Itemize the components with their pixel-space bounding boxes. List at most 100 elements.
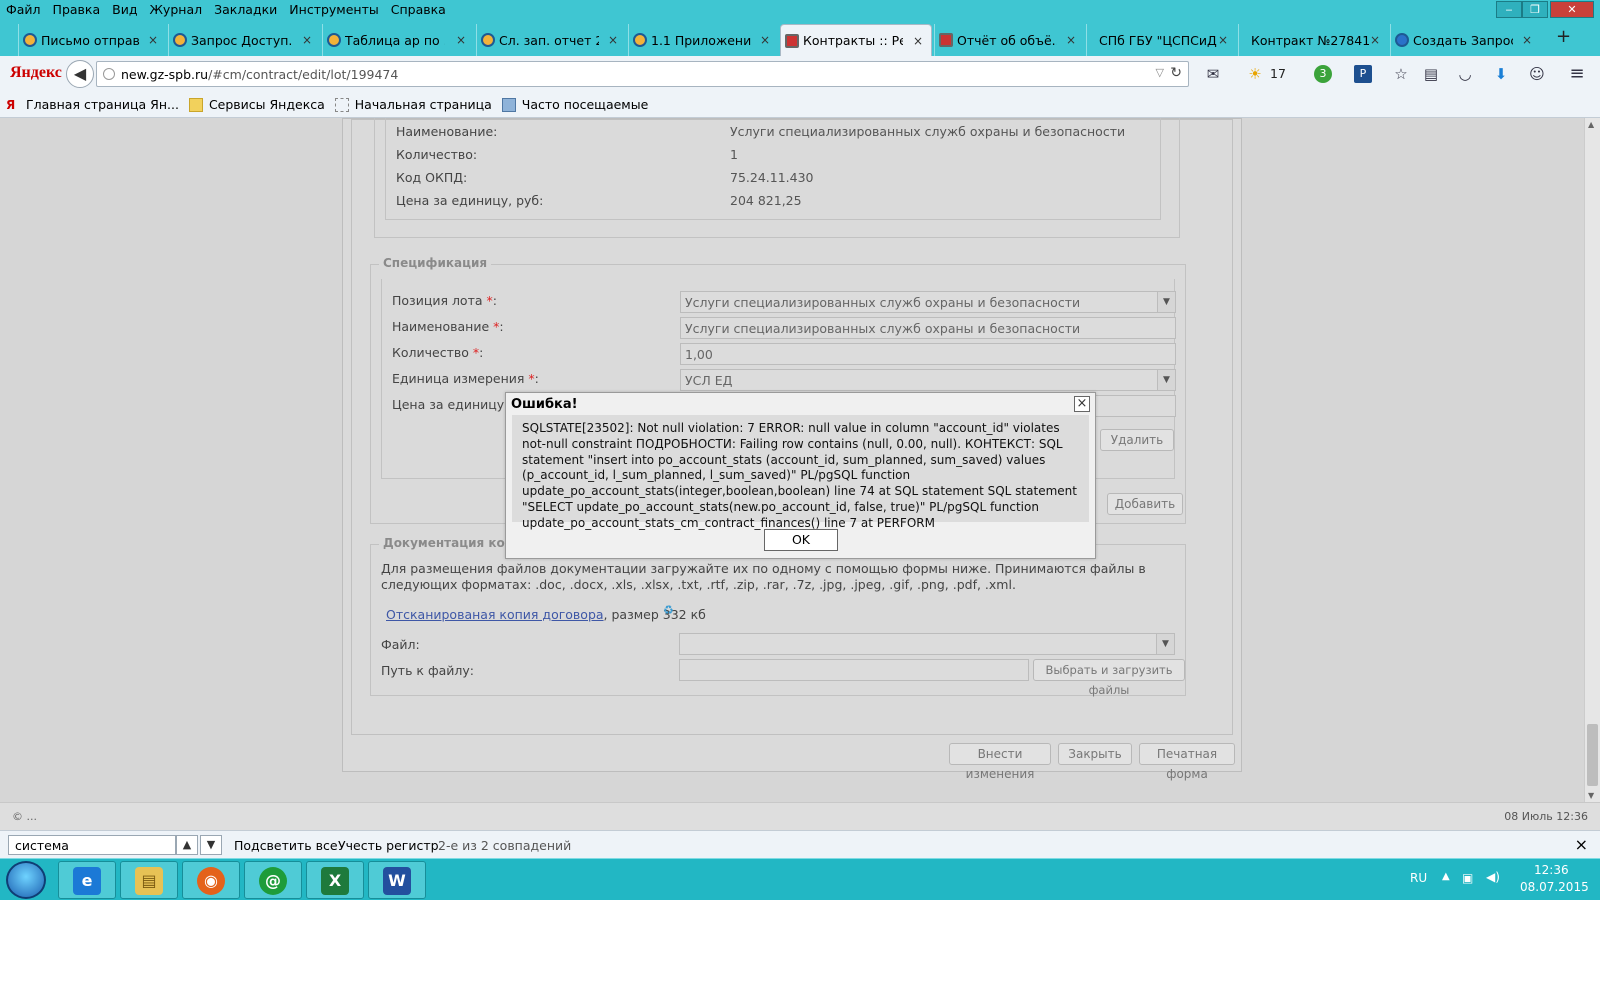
lot-position-select[interactable]: Услуги специализированных служб охраны и… (680, 291, 1176, 313)
tab-9[interactable]: Создать Запрос... × (1390, 24, 1540, 56)
tab-close-icon[interactable]: × (456, 33, 466, 47)
add-button[interactable]: Добавить (1107, 493, 1183, 515)
clock-time[interactable]: 12:36 (1534, 863, 1569, 877)
find-next-icon[interactable]: ▼ (200, 835, 222, 855)
taskbar-word[interactable]: W (368, 861, 426, 899)
chat-icon[interactable]: ☺ (1528, 65, 1546, 83)
taskbar-excel[interactable]: X (306, 861, 364, 899)
taskbar-ie[interactable]: e (58, 861, 116, 899)
file-path-input[interactable] (679, 659, 1029, 681)
tab-close-icon[interactable]: × (148, 33, 158, 47)
bookmark-most-visited[interactable]: Часто посещаемые (501, 97, 648, 112)
weather-icon[interactable]: ☀ (1246, 65, 1264, 83)
p-extension-icon[interactable]: P (1354, 65, 1372, 83)
vertical-scrollbar[interactable]: ▲ ▼ (1584, 118, 1600, 802)
hamburger-menu-icon[interactable]: ≡ (1568, 65, 1586, 83)
upload-files-button[interactable]: Выбрать и загрузить файлы (1033, 659, 1185, 697)
tab-close-icon[interactable]: × (1218, 33, 1228, 47)
match-case-toggle[interactable]: Учесть регистр (338, 838, 439, 853)
scroll-down-icon[interactable]: ▼ (1588, 791, 1594, 800)
back-button[interactable]: ◀ (66, 60, 94, 88)
clipboard-icon[interactable]: ▤ (1422, 65, 1440, 83)
tab-8[interactable]: Контракт №2784137... × (1238, 24, 1388, 56)
dialog-close-icon[interactable]: × (1074, 396, 1090, 412)
spec-name-input[interactable]: Услуги специализированных служб охраны и… (680, 317, 1176, 339)
spec-qty-input[interactable]: 1,00 (680, 343, 1176, 365)
chevron-down-icon[interactable]: ▼ (1157, 292, 1175, 312)
tray-expand-icon[interactable]: ▲ (1442, 871, 1450, 882)
minimize-button[interactable]: ‒ (1496, 1, 1522, 18)
counter-badge[interactable]: 3 (1314, 65, 1332, 83)
mail-notify-icon[interactable]: ✉ (1204, 65, 1222, 83)
bookmarks-bar: Я Главная страница Ян... Сервисы Яндекса … (0, 92, 1600, 118)
tab-close-icon[interactable]: × (1370, 33, 1380, 47)
ok-button[interactable]: OK (764, 529, 838, 551)
clock-date[interactable]: 08.07.2015 (1520, 880, 1589, 894)
okpd-label: Код ОКПД: (396, 170, 468, 185)
tab-7[interactable]: СПб ГБУ "ЦСПСиД ... × (1086, 24, 1236, 56)
star-icon[interactable]: ☆ (1392, 65, 1410, 83)
taskbar-firefox[interactable]: ◉ (182, 861, 240, 899)
reload-icon[interactable]: ↻ (1170, 65, 1182, 81)
menu-history[interactable]: Журнал (143, 0, 208, 20)
save-changes-button[interactable]: Внести изменения (949, 743, 1051, 781)
delete-file-icon[interactable]: ♻ (663, 603, 677, 617)
network-icon[interactable]: ▣ (1462, 871, 1473, 885)
bookmark-yandex-services[interactable]: Сервисы Яндекса (188, 97, 325, 112)
new-tab-button[interactable]: + (1556, 26, 1571, 47)
file-select[interactable]: ▼ (679, 633, 1175, 655)
menu-edit[interactable]: Правка (47, 0, 107, 20)
tab-close-icon[interactable]: × (302, 33, 312, 47)
highlight-all-toggle[interactable]: Подсветить все (234, 838, 338, 853)
delete-button[interactable]: Удалить (1100, 429, 1174, 451)
taskbar-mail-agent[interactable]: @ (244, 861, 302, 899)
tab-5-active[interactable]: Контракты :: Ре... × (780, 24, 932, 56)
scanned-copy-link[interactable]: Отсканированая копия договора (386, 607, 604, 622)
print-form-button[interactable]: Печатная форма (1139, 743, 1235, 781)
download-icon[interactable]: ⬇ (1492, 65, 1510, 83)
mail-icon (173, 33, 187, 47)
find-previous-icon[interactable]: ▲ (176, 835, 198, 855)
tab-close-icon[interactable]: × (1066, 33, 1076, 47)
menu-view[interactable]: Вид (106, 0, 143, 20)
dropdown-arrow-icon[interactable]: ▽ (1156, 66, 1164, 79)
bookmark-start-page[interactable]: Начальная страница (334, 97, 492, 112)
chevron-down-icon[interactable]: ▼ (1157, 370, 1175, 390)
nav-toolbar: Яндекс ◀ new.gz-spb.ru/#cm/contract/edit… (0, 56, 1600, 92)
tab-label: 1.1 Приложени... (651, 32, 751, 48)
tab-2[interactable]: Таблица ар по ... × (322, 24, 474, 56)
tab-6[interactable]: Отчёт об объё... × (934, 24, 1084, 56)
tab-close-icon[interactable]: × (1522, 33, 1532, 47)
scrollbar-thumb[interactable] (1587, 724, 1598, 786)
lot-info-box: Наименование: Услуги специализированных … (374, 118, 1180, 238)
spec-unit-select[interactable]: УСЛ ЕД ▼ (680, 369, 1176, 391)
menu-help[interactable]: Справка (385, 0, 452, 20)
menu-tools[interactable]: Инструменты (283, 0, 384, 20)
bookmark-yandex-home[interactable]: Я Главная страница Ян... (6, 97, 179, 112)
chevron-down-icon[interactable]: ▼ (1156, 634, 1174, 654)
tab-close-icon[interactable]: × (760, 33, 770, 47)
title-bar: Файл Правка Вид Журнал Закладки Инструме… (0, 0, 1600, 20)
menu-bookmarks[interactable]: Закладки (208, 0, 283, 20)
language-indicator[interactable]: RU (1410, 871, 1427, 885)
find-input[interactable]: система (8, 835, 176, 855)
tab-1[interactable]: Запрос Доступ... × (168, 24, 320, 56)
close-button[interactable]: Закрыть (1058, 743, 1132, 765)
volume-icon[interactable]: ◀) (1486, 870, 1500, 884)
yandex-logo[interactable]: Яндекс (10, 64, 62, 82)
scroll-up-icon[interactable]: ▲ (1588, 120, 1594, 129)
tab-3[interactable]: Сл. зап. отчет 2... × (476, 24, 626, 56)
lot-name-value: Услуги специализированных служб охраны и… (730, 124, 1126, 139)
menu-file[interactable]: Файл (0, 0, 47, 20)
maximize-button[interactable]: ❐ (1522, 1, 1548, 18)
pocket-icon[interactable]: ◡ (1456, 65, 1474, 83)
close-window-button[interactable]: ✕ (1550, 1, 1594, 18)
start-button[interactable] (6, 861, 46, 899)
url-bar[interactable]: new.gz-spb.ru/#cm/contract/edit/lot/1994… (96, 61, 1189, 87)
tab-close-icon[interactable]: × (913, 34, 923, 48)
tab-0[interactable]: Письмо отправ... × (18, 24, 166, 56)
tab-close-icon[interactable]: × (608, 33, 618, 47)
find-close-icon[interactable]: × (1575, 835, 1588, 854)
tab-4[interactable]: 1.1 Приложени... × (628, 24, 778, 56)
taskbar-explorer[interactable]: ▤ (120, 861, 178, 899)
